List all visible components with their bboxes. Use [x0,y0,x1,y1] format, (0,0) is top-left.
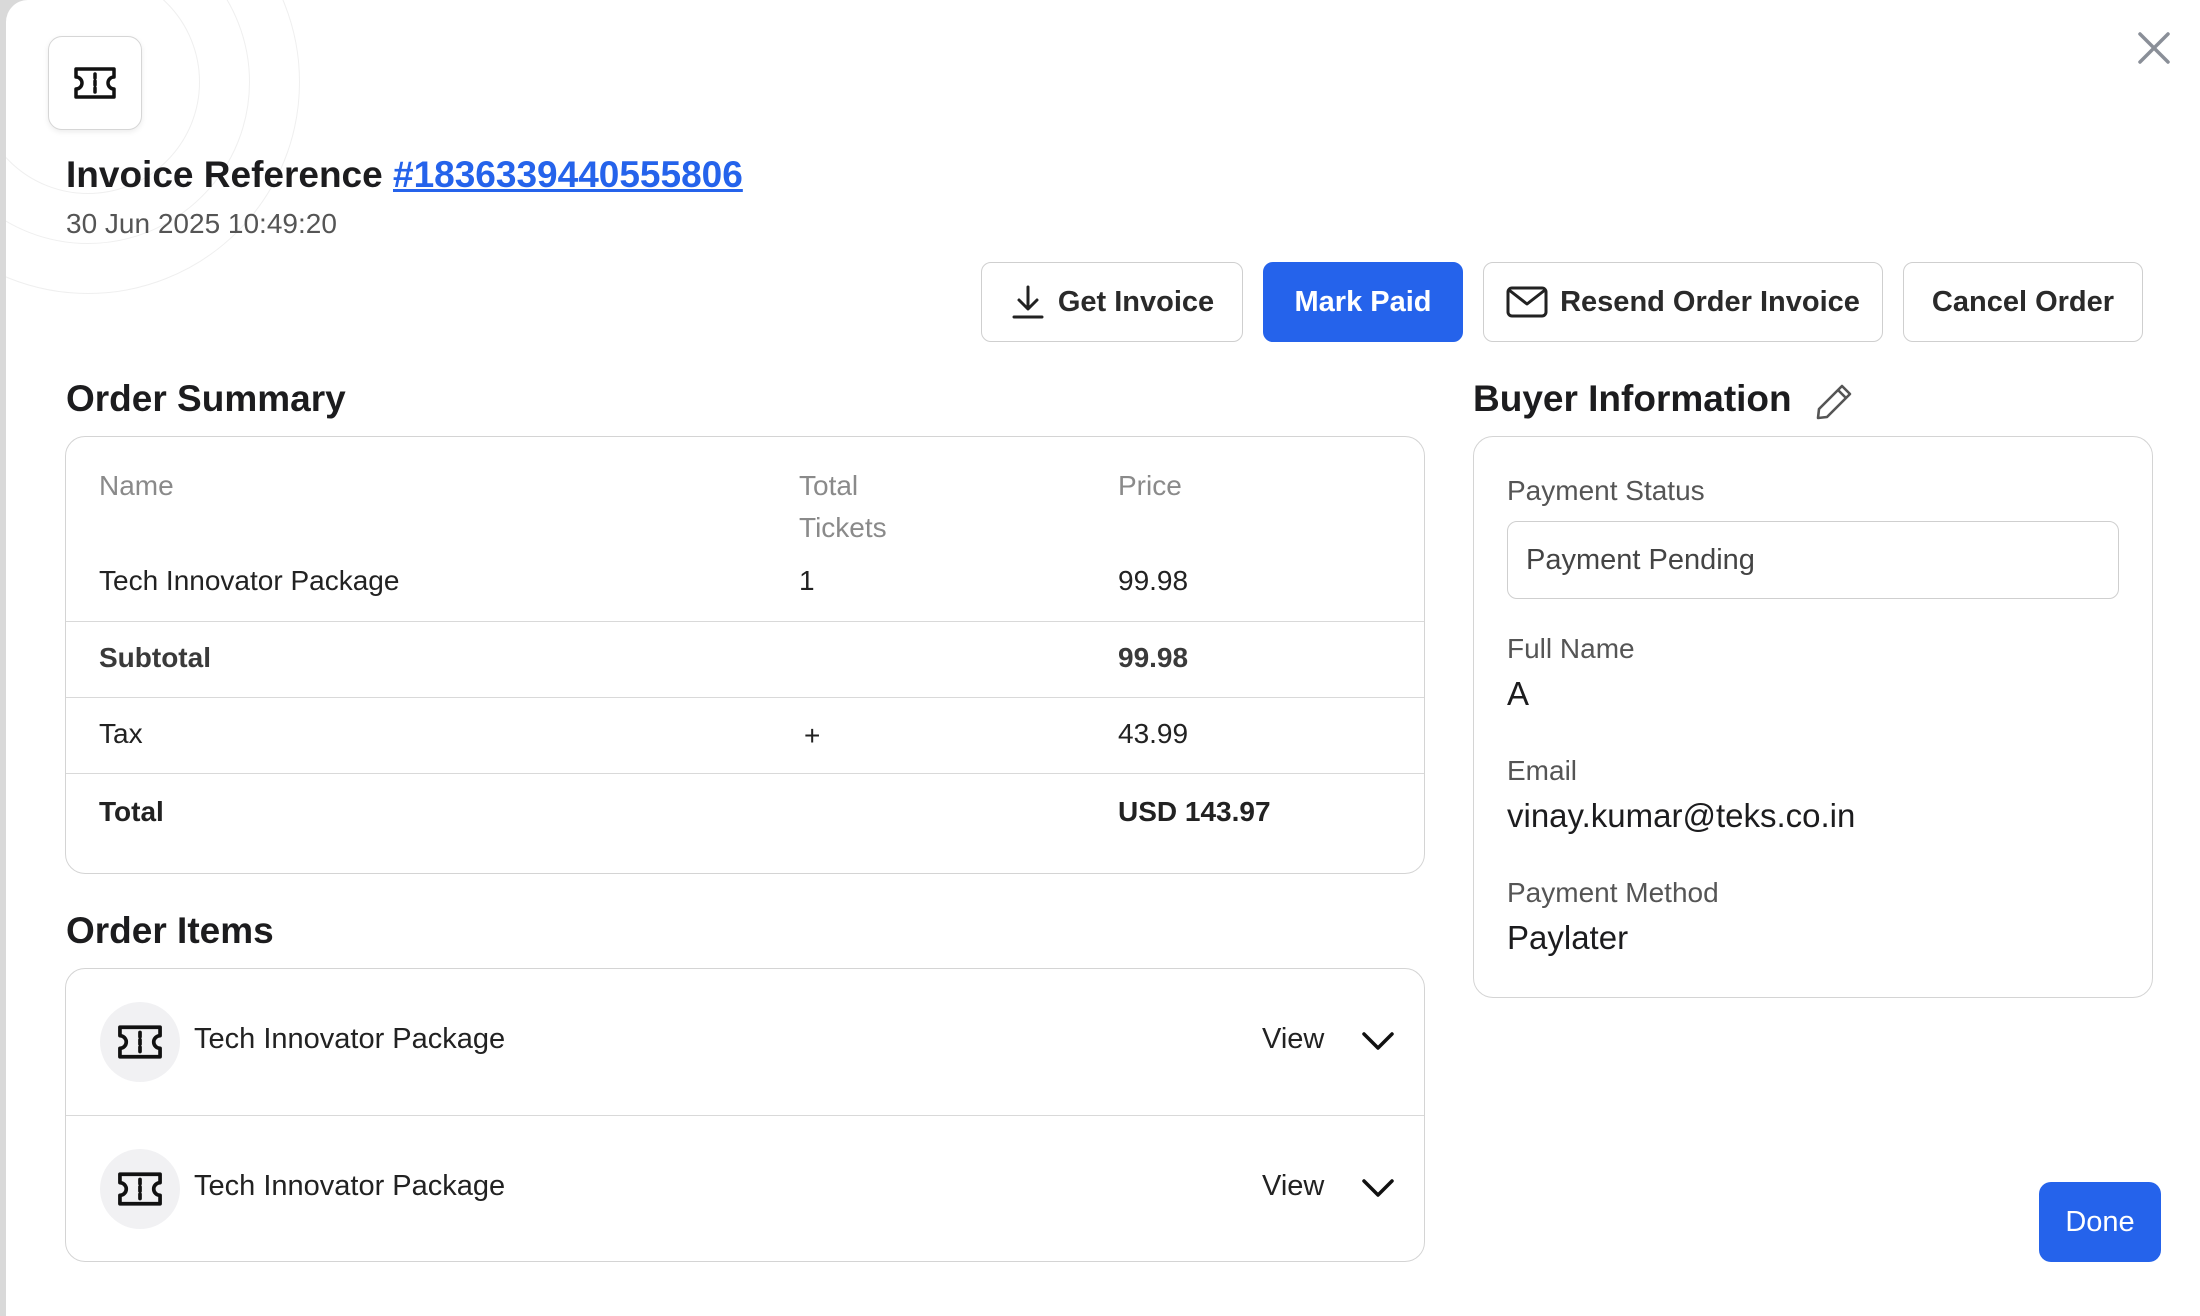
get-invoice-label: Get Invoice [1057,285,1215,318]
payment-method-value: Paylater [1507,919,1629,956]
order-details-modal: Invoice Reference #1836339440555806 30 J… [6,0,2200,1316]
subtotal-label: Subtotal [99,642,211,673]
title-prefix: Invoice Reference [66,154,383,195]
order-summary-title: Order Summary [66,378,346,419]
buyer-information-card: Payment Status Payment Pending Full Name… [1473,436,2153,998]
subtotal-value: 99.98 [1118,642,1189,673]
get-invoice-button[interactable]: Get Invoice [981,262,1243,342]
order-item-row: Tech Innovator Package View [66,1115,1424,1261]
item-ticket-icon-wrap [100,1149,180,1229]
order-item-row: Tech Innovator Package View [66,969,1424,1115]
pencil-icon [1816,384,1852,420]
payment-method-label: Payment Method [1507,877,1719,908]
summary-item-name: Tech Innovator Package [99,565,400,596]
total-row: Total USD 143.97 [66,773,1424,873]
order-datetime: 30 Jun 2025 10:49:20 [66,208,337,239]
payment-status-label: Payment Status [1507,475,1705,506]
summary-item-price: 99.98 [1118,565,1189,596]
total-value: USD 143.97 [1118,796,1271,827]
close-button[interactable] [2130,24,2178,72]
tax-label: Tax [99,718,143,749]
ticket-icon [74,67,116,99]
download-icon [1012,285,1044,319]
total-label: Total [99,796,164,827]
order-item-name: Tech Innovator Package [194,1023,506,1055]
header-ticket-icon-box [48,36,142,130]
full-name-label: Full Name [1507,633,1635,664]
chevron-down-icon [1362,1179,1394,1197]
mark-paid-button[interactable]: Mark Paid [1263,262,1463,342]
order-items-card: Tech Innovator Package View Tech Innovat… [65,968,1425,1262]
mail-icon [1506,286,1548,318]
chevron-down-icon [1362,1032,1394,1050]
tax-row: Tax + 43.99 [66,697,1424,773]
order-summary-card: Name Total Tickets Price Tech Innovator … [65,436,1425,874]
summary-item-tickets: 1 [799,565,815,596]
payment-status-field[interactable]: Payment Pending [1507,521,2119,599]
done-button[interactable]: Done [2039,1182,2161,1262]
invoice-reference-link[interactable]: #1836339440555806 [393,154,743,195]
order-item-view-button[interactable]: View [1262,1170,1324,1203]
order-item-expand-toggle[interactable] [1356,1019,1400,1063]
order-items-title: Order Items [66,910,274,951]
column-header-tickets-line2: Tickets [799,512,887,543]
order-item-view-button[interactable]: View [1262,1023,1324,1056]
page-title: Invoice Reference #1836339440555806 [66,154,743,196]
resend-invoice-button[interactable]: Resend Order Invoice [1483,262,1883,342]
tax-value: 43.99 [1118,718,1189,749]
edit-buyer-button[interactable] [1810,378,1858,426]
tax-sign: + [804,720,821,751]
close-icon [2138,32,2170,64]
cancel-order-button[interactable]: Cancel Order [1903,262,2143,342]
resend-invoice-label: Resend Order Invoice [1560,285,1860,318]
column-header-name: Name [99,470,174,501]
item-ticket-icon-wrap [100,1002,180,1082]
email-label: Email [1507,755,1578,786]
ticket-icon [118,1025,162,1059]
subtotal-row: Subtotal 99.98 [66,621,1424,697]
column-header-price: Price [1118,470,1182,501]
full-name-value: A [1507,675,1530,712]
buyer-information-title: Buyer Information [1473,378,1792,419]
column-header-tickets: Total Tickets [799,465,887,549]
order-item-expand-toggle[interactable] [1356,1166,1400,1210]
email-value: vinay.kumar@teks.co.in [1507,797,1856,834]
order-item-name: Tech Innovator Package [194,1170,506,1202]
column-header-tickets-line1: Total [799,470,859,501]
ticket-icon [118,1172,162,1206]
